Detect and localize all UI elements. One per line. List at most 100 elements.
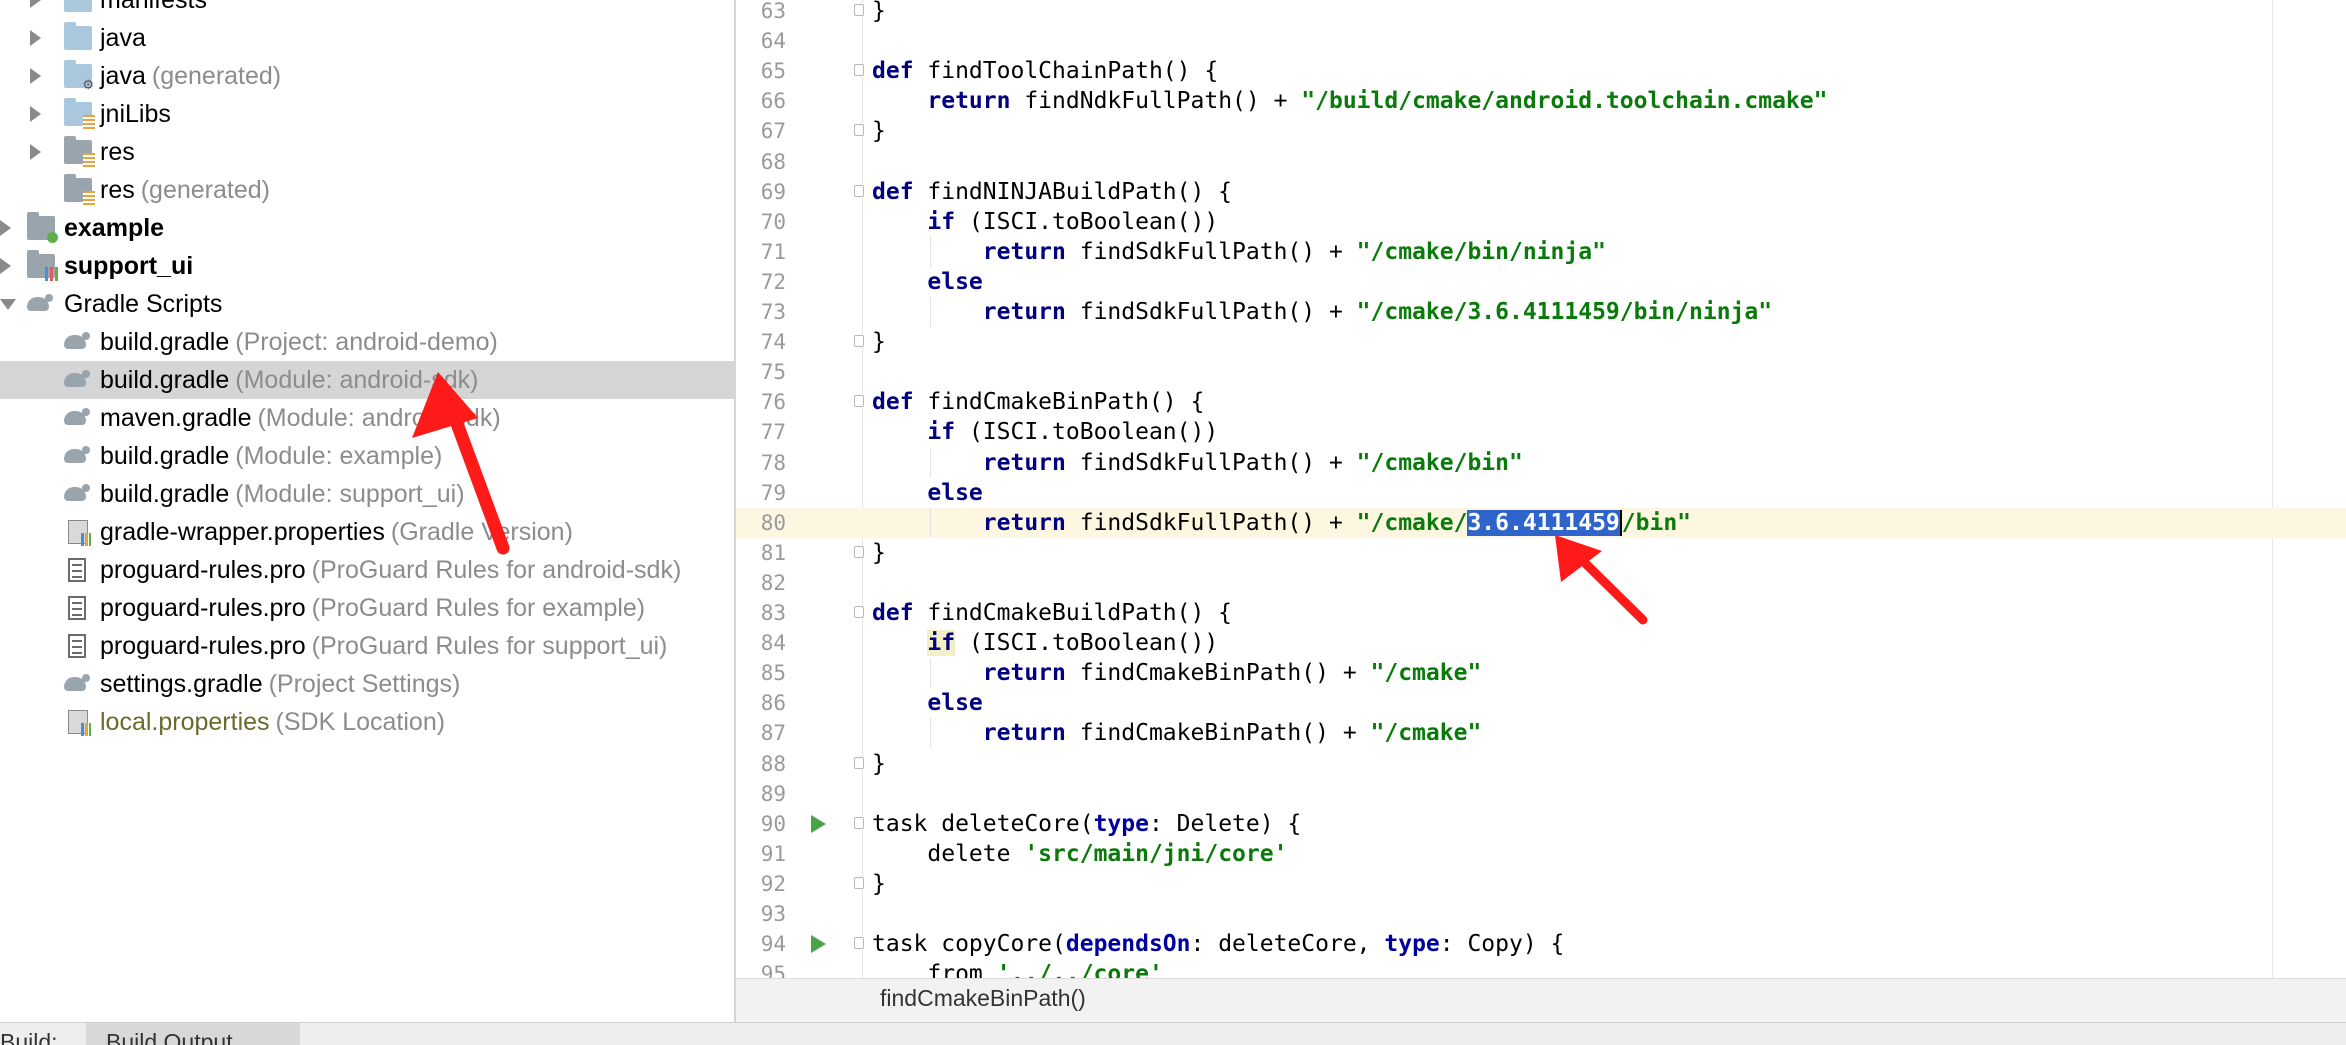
code-line[interactable]: 69 def findNINJABuildPath() { — [736, 177, 2346, 207]
code-line[interactable]: 85 return findCmakeBinPath() + "/cmake" — [736, 658, 2346, 689]
code-line[interactable]: 75 — [736, 357, 2346, 387]
code-line[interactable]: 86 else — [736, 688, 2346, 718]
code-text[interactable]: } — [872, 869, 886, 899]
tree-item[interactable]: settings.gradle (Project Settings) — [0, 665, 734, 703]
code-line[interactable]: 94 task copyCore(dependsOn: deleteCore, t… — [736, 929, 2346, 959]
tree-item[interactable]: example — [0, 209, 734, 247]
project-tree[interactable]: manifestsjava⚙java(generated)jniLibsresr… — [0, 0, 736, 1022]
code-line[interactable]: 87 return findCmakeBinPath() + "/cmake" — [736, 718, 2346, 749]
fold-marker-icon[interactable] — [854, 4, 864, 16]
fold-marker-icon[interactable] — [854, 184, 864, 197]
tree-item[interactable]: support_ui — [0, 247, 734, 285]
chevron-right-icon[interactable] — [30, 30, 41, 46]
fold-marker-icon[interactable] — [854, 606, 864, 618]
code-text[interactable]: def findNINJABuildPath() { — [872, 177, 1232, 207]
code-text[interactable]: return findSdkFullPath() + "/cmake/3.6.4… — [872, 297, 1772, 327]
code-line[interactable]: 73 return findSdkFullPath() + "/cmake/3.… — [736, 297, 2346, 327]
code-text[interactable]: delete 'src/main/jni/core' — [872, 839, 1287, 869]
code-line[interactable]: 93 — [736, 899, 2346, 929]
code-text[interactable]: if (ISCI.toBoolean()) — [872, 628, 1218, 658]
code-line[interactable]: 63} — [736, 0, 2346, 26]
fold-marker-icon[interactable] — [854, 876, 864, 889]
build-output-tab[interactable]: Build Output — [86, 1023, 300, 1045]
code-line[interactable]: 90 task deleteCore(type: Delete) { — [736, 809, 2346, 839]
code-line[interactable]: 84 if (ISCI.toBoolean()) — [736, 628, 2346, 658]
tree-item[interactable]: java — [0, 19, 734, 57]
chevron-down-icon[interactable] — [0, 299, 16, 310]
code-text[interactable]: def findToolChainPath() { — [872, 56, 1218, 86]
code-text[interactable]: if (ISCI.toBoolean()) — [872, 207, 1218, 237]
chevron-right-icon[interactable] — [30, 144, 41, 160]
code-line[interactable]: 77 if (ISCI.toBoolean()) — [736, 417, 2346, 447]
tree-item[interactable]: gradle-wrapper.properties (Gradle Version… — [0, 513, 734, 551]
code-text[interactable]: def findCmakeBuildPath() { — [872, 598, 1232, 628]
chevron-right-icon[interactable] — [30, 106, 41, 122]
code-text[interactable]: } — [872, 327, 886, 357]
code-line[interactable]: 64 — [736, 26, 2346, 56]
code-text[interactable]: return findSdkFullPath() + "/cmake/bin" — [872, 448, 1523, 478]
run-gutter-icon[interactable] — [811, 935, 826, 954]
code-text[interactable]: else — [872, 267, 982, 297]
chevron-right-icon[interactable] — [0, 220, 11, 236]
code-line[interactable]: 91 delete 'src/main/jni/core' — [736, 839, 2346, 869]
code-line[interactable]: 65 def findToolChainPath() { — [736, 56, 2346, 86]
chevron-right-icon[interactable] — [30, 0, 41, 8]
code-text[interactable]: task copyCore(dependsOn: deleteCore, typ… — [872, 929, 1564, 959]
code-text[interactable]: return findCmakeBinPath() + "/cmake" — [872, 718, 1482, 748]
tree-item[interactable]: build.gradle (Module: example) — [0, 437, 734, 475]
code-line[interactable]: 80 return findSdkFullPath() + "/cmake/3.… — [736, 507, 2346, 538]
fold-marker-icon[interactable] — [854, 756, 864, 769]
code-text[interactable]: return findNdkFullPath() + "/build/cmake… — [872, 86, 1827, 116]
code-text[interactable]: else — [872, 478, 982, 508]
code-line[interactable]: 95 from '../../core' — [736, 959, 2346, 978]
code-text[interactable]: } — [872, 0, 886, 26]
tree-item[interactable]: proguard-rules.pro (ProGuard Rules for ex… — [0, 589, 734, 627]
code-line[interactable]: 82 — [736, 568, 2346, 598]
tree-item[interactable]: proguard-rules.pro (ProGuard Rules for an… — [0, 551, 734, 589]
code-text[interactable]: def findCmakeBinPath() { — [872, 387, 1204, 417]
code-text[interactable]: return findSdkFullPath() + "/cmake/bin/n… — [872, 237, 1606, 267]
code-text[interactable]: return findCmakeBinPath() + "/cmake" — [872, 658, 1482, 688]
tree-item[interactable]: maven.gradle (Module: android-sdk) — [0, 399, 734, 437]
code-text[interactable]: else — [872, 688, 982, 718]
code-line[interactable]: 66 return findNdkFullPath() + "/build/cm… — [736, 86, 2346, 116]
code-text[interactable]: if (ISCI.toBoolean()) — [872, 417, 1218, 447]
fold-marker-icon[interactable] — [854, 335, 864, 348]
fold-marker-icon[interactable] — [854, 395, 864, 408]
code-line[interactable]: 71 return findSdkFullPath() + "/cmake/bi… — [736, 236, 2346, 267]
fold-marker-icon[interactable] — [854, 937, 864, 950]
code-line[interactable]: 81} — [736, 538, 2346, 568]
tree-item[interactable]: res — [0, 133, 734, 171]
tree-item[interactable]: Gradle Scripts — [0, 285, 734, 323]
tree-item[interactable]: build.gradle (Module: support_ui) — [0, 475, 734, 513]
code-line[interactable]: 67} — [736, 116, 2346, 146]
code-line[interactable]: 68 — [736, 147, 2346, 177]
run-gutter-icon[interactable] — [811, 814, 826, 833]
chevron-right-icon[interactable] — [30, 68, 41, 84]
code-line[interactable]: 74} — [736, 327, 2346, 357]
tree-item[interactable]: jniLibs — [0, 95, 734, 133]
code-text[interactable]: from '../../core' — [872, 959, 1162, 978]
tree-item[interactable]: res (generated) — [0, 171, 734, 209]
code-line[interactable]: 88} — [736, 749, 2346, 779]
tree-item[interactable]: build.gradle (Module: android-sdk) — [0, 361, 734, 399]
code-line[interactable]: 92} — [736, 869, 2346, 899]
fold-marker-icon[interactable] — [854, 124, 864, 137]
tree-item[interactable]: build.gradle (Project: android-demo) — [0, 323, 734, 361]
code-text[interactable]: } — [872, 749, 886, 779]
code-line[interactable]: 76 def findCmakeBinPath() { — [736, 387, 2346, 417]
code-line[interactable]: 79 else — [736, 478, 2346, 508]
breadcrumb[interactable]: findCmakeBinPath() — [880, 985, 1086, 1012]
code-line[interactable]: 72 else — [736, 267, 2346, 297]
tree-item[interactable]: proguard-rules.pro (ProGuard Rules for su… — [0, 627, 734, 665]
tree-item[interactable]: manifests — [0, 0, 734, 19]
tree-item[interactable]: ⚙ java (generated) — [0, 57, 734, 95]
code-editor[interactable]: 63} 64 65 def findToolChainPath() {66 retur… — [736, 0, 2346, 978]
code-line[interactable]: 70 if (ISCI.toBoolean()) — [736, 207, 2346, 237]
tree-item[interactable]: local.properties (SDK Location) — [0, 703, 734, 741]
fold-marker-icon[interactable] — [854, 64, 864, 77]
fold-marker-icon[interactable] — [854, 545, 864, 558]
code-text[interactable]: } — [872, 116, 886, 146]
code-text[interactable]: return findSdkFullPath() + "/cmake/3.6.4… — [872, 508, 1692, 538]
code-text[interactable]: task deleteCore(type: Delete) { — [872, 809, 1301, 839]
